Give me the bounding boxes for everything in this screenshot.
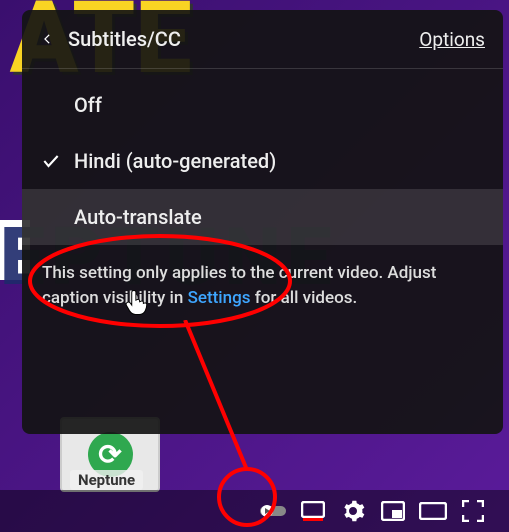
note-text-post: for all videos. <box>250 288 357 308</box>
theater-button[interactable] <box>413 491 453 531</box>
menu-header: Subtitles/CC Options <box>22 10 503 69</box>
options-link[interactable]: Options <box>419 28 485 51</box>
subtitle-option-off[interactable]: Off <box>22 77 503 133</box>
theater-icon <box>419 502 447 520</box>
miniplayer-button[interactable] <box>373 491 413 531</box>
option-label: Hindi (auto-generated) <box>74 149 276 173</box>
thumb-label: Neptune <box>70 470 143 490</box>
fullscreen-icon <box>462 500 484 522</box>
option-label: Off <box>74 93 102 117</box>
menu-title: Subtitles/CC <box>68 27 419 51</box>
player-control-bar <box>0 490 509 532</box>
autoplay-toggle[interactable] <box>253 491 293 531</box>
miniplayer-icon <box>381 501 405 521</box>
chevron-left-icon <box>40 32 54 46</box>
subtitle-list: Off Hindi (auto-generated) Auto-translat… <box>22 69 503 253</box>
fullscreen-button[interactable] <box>453 491 493 531</box>
subtitle-option-hindi[interactable]: Hindi (auto-generated) <box>22 133 503 189</box>
gear-icon <box>341 499 365 523</box>
check-icon <box>40 150 62 172</box>
subtitles-menu: Subtitles/CC Options Off Hindi (auto-gen… <box>22 10 503 434</box>
option-label: Auto-translate <box>74 205 202 229</box>
autoplay-icon <box>260 504 286 518</box>
subtitle-option-auto-translate[interactable]: Auto-translate <box>22 189 503 245</box>
captions-icon <box>301 501 325 521</box>
captions-button[interactable] <box>293 491 333 531</box>
subtitle-note: This setting only applies to the current… <box>22 253 503 326</box>
settings-link[interactable]: Settings <box>188 288 251 308</box>
back-button[interactable] <box>32 24 62 54</box>
settings-button[interactable] <box>333 491 373 531</box>
